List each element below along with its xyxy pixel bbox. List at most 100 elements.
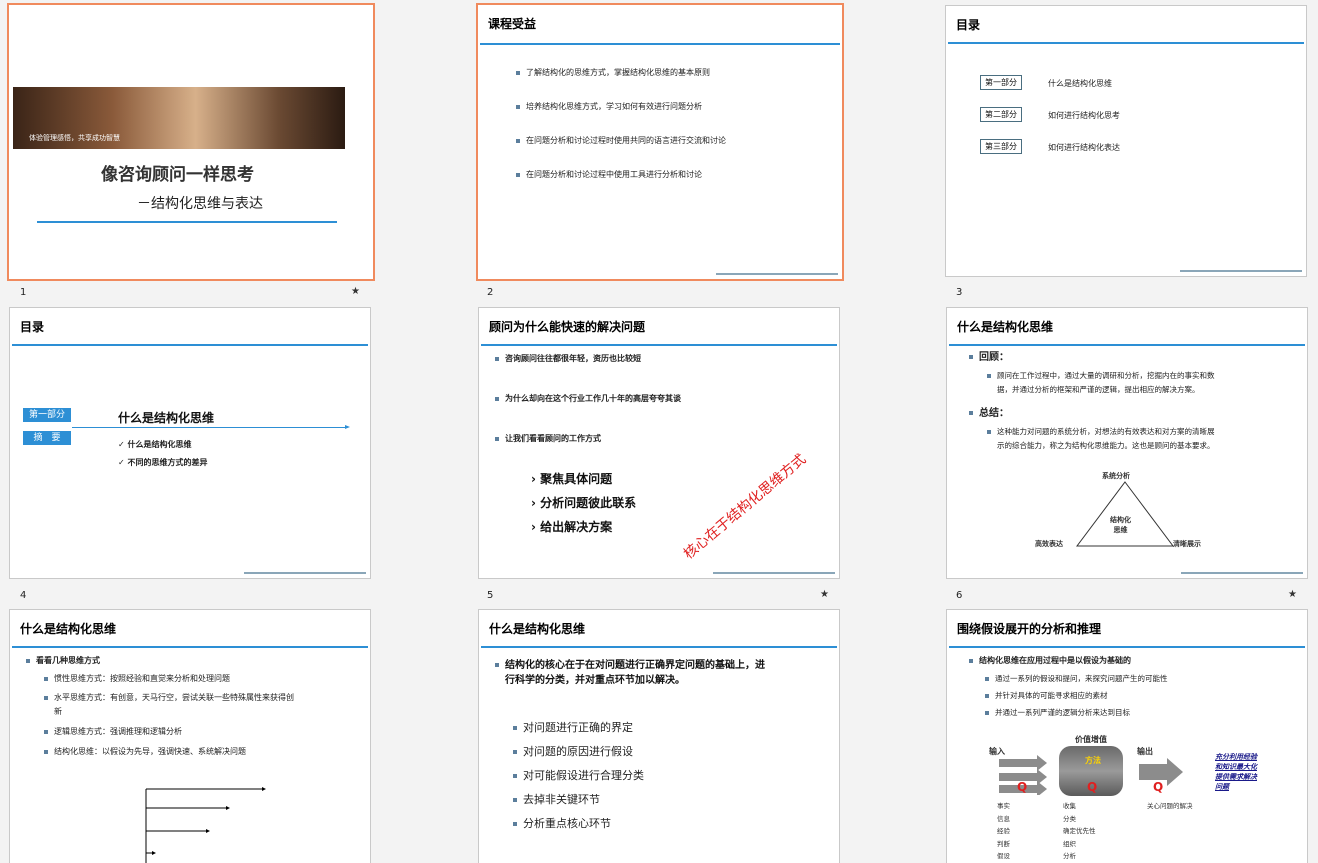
part-label: 第二部分 xyxy=(980,107,1022,122)
slide-thumbnail-3[interactable]: 目录 第一部分 什么是结构化思维 第二部分 如何进行结构化思考 第三部分 如何进… xyxy=(945,5,1307,277)
input-list: 事实 信息 经验 判断 假设 xyxy=(997,802,1010,860)
section-heading: 什么是结构化思维 xyxy=(118,411,215,425)
slide-number-3: 3 xyxy=(956,287,963,298)
side-note: 充分利用经验 和知识最大化 提供需求解决 问题 xyxy=(1215,753,1257,791)
transition-star-icon[interactable]: ★ xyxy=(1288,589,1297,600)
q-input: Q xyxy=(1017,780,1028,794)
bullet-item: 逻辑思维方式：强调推理和逻辑分析 xyxy=(44,726,182,737)
triangle-left-label: 高效表达 xyxy=(1035,540,1063,548)
part-text: 如何进行结构化思考 xyxy=(1048,111,1120,120)
transition-star-icon[interactable]: ★ xyxy=(820,589,829,600)
bullet-item: 并针对具体的可能寻求相应的素材 xyxy=(985,690,1108,701)
triangle-right-label: 清晰展示 xyxy=(1173,540,1201,548)
title-rule xyxy=(949,646,1305,648)
slide-title: 目录 xyxy=(956,18,981,32)
lead-line: 行科学的分类，并对重点环节加以解决。 xyxy=(505,675,685,686)
slide-number-6: 6 xyxy=(956,590,963,601)
bullet-item-continued: 新 xyxy=(54,707,62,716)
slide-thumbnail-1[interactable]: 体验管理感悟，共享成功智慧 像咨询顾问一样思考 －结构化思维与表达 xyxy=(7,3,375,281)
slide-title: 什么是结构化思维 xyxy=(20,622,117,636)
bullet-item: 水平思维方式：有创意，天马行空，尝试关联一些特殊属性来获得创 xyxy=(44,692,294,703)
transition-star-icon[interactable]: ★ xyxy=(351,286,360,297)
q-method: Q xyxy=(1087,780,1098,794)
bullet-item: 通过一系列的假设和提问，来探究问题产生的可能性 xyxy=(985,673,1168,684)
bullet-item: 对问题进行正确的界定 xyxy=(513,719,633,735)
title-rule xyxy=(481,646,837,648)
slide-thumbnail-8[interactable]: 什么是结构化思维 结构化的核心在于在对问题进行正确界定问题的基础上，进 行科学的… xyxy=(478,609,840,863)
bullet-item: 分析重点核心环节 xyxy=(513,815,611,831)
part-label: 第三部分 xyxy=(980,139,1022,154)
slide-title: 目录 xyxy=(20,320,45,334)
slide-title: 课程受益 xyxy=(488,17,537,31)
step-item: › 给出解决方案 xyxy=(531,520,613,534)
section-arrow-line xyxy=(72,427,347,428)
value-label: 价值增值 xyxy=(1075,735,1107,744)
bullet-item: 并通过一系列严谨的逻辑分析来达到目标 xyxy=(985,707,1130,718)
stamp-text: 核心在于结构化思维方式 xyxy=(680,451,810,563)
step-item: › 聚焦具体问题 xyxy=(531,472,613,486)
review-line: 顾问在工作过程中，通过大量的调研和分析，挖掘内在的事实和数 xyxy=(987,370,1215,381)
slide-number-2: 2 xyxy=(487,287,494,298)
bullet-item: 让我们看看顾问的工作方式 xyxy=(495,433,601,444)
review-label: 回顾： xyxy=(969,348,1009,363)
summary-line: 这种能力对问题的系统分析，对想法的有效表达和对方案的清晰展 xyxy=(987,426,1215,437)
result-text: 关心问题的解决 xyxy=(1147,802,1193,810)
bullet-item: 咨询顾问往往都很年轻，资历也比较短 xyxy=(495,353,641,364)
footer-bar xyxy=(713,572,835,574)
slide-thumbnail-6[interactable]: 什么是结构化思维 回顾： 顾问在工作过程中，通过大量的调研和分析，挖掘内在的事实… xyxy=(946,307,1308,579)
method-label: 方法 xyxy=(1085,756,1101,765)
bullet-item: 对问题的原因进行假设 xyxy=(513,743,633,759)
slide-title: 什么是结构化思维 xyxy=(957,320,1054,334)
part-text: 如何进行结构化表达 xyxy=(1048,143,1120,152)
summary-line: 示的综合能力，称之为结构化思维能力。这也是顾问的基本要求。 xyxy=(997,441,1215,450)
slide-number-5: 5 xyxy=(487,590,494,601)
tree-diagram xyxy=(145,787,266,863)
bullet-item: 在问题分析和讨论过程中使用工具进行分析和讨论 xyxy=(516,169,702,180)
output-label: 输出 xyxy=(1137,747,1153,756)
slide-title: 像咨询顾问一样思考 xyxy=(101,165,254,185)
title-rule xyxy=(12,344,368,346)
bullet-item: 培养结构化思维方式，学习如何有效进行问题分析 xyxy=(516,101,702,112)
check-item: ✓ 什么是结构化思维 xyxy=(118,440,192,449)
summary-label: 摘 要 xyxy=(23,431,71,445)
triangle-top-label: 系统分析 xyxy=(1102,472,1130,480)
slide-thumbnail-5[interactable]: 顾问为什么能快速的解决问题 咨询顾问往往都很年轻，资历也比较短 为什么却向在这个… xyxy=(478,307,840,579)
step-item: › 分析问题彼此联系 xyxy=(531,496,637,510)
lead-item: 结构化思维在应用过程中是以假设为基础的 xyxy=(969,655,1131,666)
bullet-item: 结构化思维：以假设为先导，强调快速、系统解决问题 xyxy=(44,746,246,757)
footer-bar xyxy=(1180,270,1302,272)
part-text: 什么是结构化思维 xyxy=(1048,79,1112,88)
q-output: Q xyxy=(1153,780,1164,794)
method-list: 收集 分类 确定优先性 组织 分析 xyxy=(1063,802,1096,860)
slide-thumbnail-4[interactable]: 目录 第一部分 摘 要 什么是结构化思维 ✓ 什么是结构化思维 ✓ 不同的思维方… xyxy=(9,307,371,579)
summary-label: 总结： xyxy=(969,404,1009,419)
bullet-item: 对可能假设进行合理分类 xyxy=(513,767,644,783)
title-rule xyxy=(480,43,840,45)
check-icon: ✓ xyxy=(118,440,128,449)
slide-thumbnail-7[interactable]: 什么是结构化思维 看看几种思维方式 惯性思维方式：按照经验和直觉来分析和处理问题… xyxy=(9,609,371,863)
bullet-item: 惯性思维方式：按照经验和直觉来分析和处理问题 xyxy=(44,673,230,684)
lead-item: 看看几种思维方式 xyxy=(26,655,100,666)
footer-bar xyxy=(244,572,366,574)
slide-thumbnail-9[interactable]: 围绕假设展开的分析和推理 结构化思维在应用过程中是以假设为基础的 通过一系列的假… xyxy=(946,609,1308,863)
title-rule xyxy=(12,646,368,648)
part-label: 第一部分 xyxy=(980,75,1022,90)
slide-subtitle: －结构化思维与表达 xyxy=(137,196,263,212)
bullet-item: 在问题分析和讨论过程时使用共同的语言进行交流和讨论 xyxy=(516,135,726,146)
part-label: 第一部分 xyxy=(23,408,71,422)
review-line: 据，并通过分析的框架和严谨的逻辑，提出相应的解决方案。 xyxy=(997,385,1200,394)
slide-number-1: 1 xyxy=(20,287,27,298)
check-icon: ✓ xyxy=(118,458,128,467)
title-rule xyxy=(948,42,1304,44)
bullet-item: 为什么却向在这个行业工作几十年的高层夸夸其谈 xyxy=(495,393,681,404)
triangle-center-label: 结构化 思维 xyxy=(1110,516,1131,534)
bullet-item: 去掉非关键环节 xyxy=(513,791,600,807)
lead-line: 结构化的核心在于在对问题进行正确界定问题的基础上，进 xyxy=(495,656,765,671)
slide-thumbnail-2[interactable]: 课程受益 了解结构化的思维方式，掌握结构化思维的基本原则 培养结构化思维方式，学… xyxy=(476,3,844,281)
title-rule xyxy=(949,344,1305,346)
title-rule xyxy=(481,344,837,346)
footer-bar xyxy=(1181,572,1303,574)
photo-caption: 体验管理感悟，共享成功智慧 xyxy=(29,134,120,142)
slide-title: 顾问为什么能快速的解决问题 xyxy=(489,320,646,334)
slide-title: 什么是结构化思维 xyxy=(489,622,586,636)
